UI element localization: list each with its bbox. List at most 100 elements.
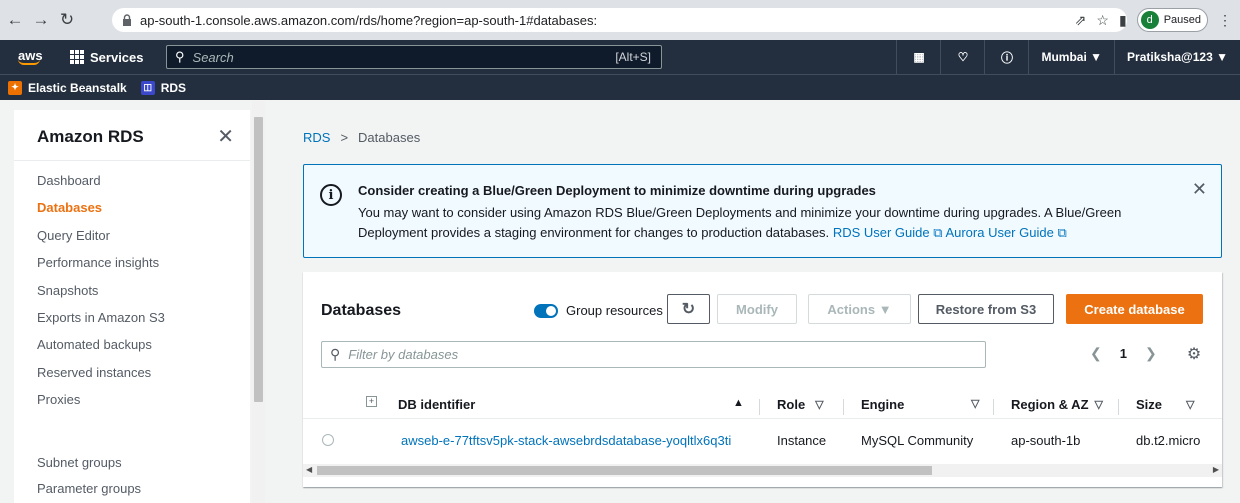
column-label: Engine (861, 397, 905, 412)
url-text: ap-south-1.console.aws.amazon.com/rds/ho… (140, 12, 598, 28)
favorite-rds[interactable]: ◫ RDS (140, 80, 187, 95)
search-input[interactable]: ⚲ Search [Alt+S] (166, 45, 662, 69)
prev-page-icon[interactable]: ❮ (1090, 345, 1102, 362)
cell-engine: MySQL Community (861, 433, 974, 448)
sort-icon[interactable]: ▽ (971, 397, 979, 410)
column-region-az[interactable]: Region & AZ ▽ (1011, 397, 1103, 412)
share-icon[interactable]: ⇗ (1075, 12, 1087, 29)
divider (14, 160, 250, 161)
column-label: Region & AZ (1011, 397, 1089, 412)
column-db-identifier[interactable]: DB identifier (398, 397, 475, 412)
table-horizontal-scrollbar[interactable]: ◀ ▶ (303, 464, 1222, 477)
header-right: ▦ ♡ ⓘ Mumbai ▼ Pratiksha@123 ▼ (896, 40, 1240, 74)
filter-input[interactable]: ⚲ Filter by databases (321, 341, 986, 368)
sidebar-item-automated-backups[interactable]: Automated backups (37, 336, 165, 363)
sidebar-item-snapshots[interactable]: Snapshots (37, 282, 165, 309)
services-label: Services (90, 49, 144, 65)
sidebar-item-performance-insights[interactable]: Performance insights (37, 254, 165, 281)
close-icon[interactable]: ✕ (1192, 179, 1207, 200)
breadcrumb-current: Databases (358, 130, 421, 145)
close-icon[interactable]: ✕ (217, 124, 234, 149)
sidebar-nav: Dashboard Databases Query Editor Perform… (37, 172, 165, 419)
column-engine[interactable]: Engine (861, 397, 904, 412)
favorite-label: RDS (160, 80, 187, 95)
alert-title: Consider creating a Blue/Green Deploymen… (358, 183, 876, 198)
gear-icon[interactable]: ⚙ (1184, 344, 1204, 364)
expand-all-icon[interactable]: + (366, 396, 377, 407)
scrollbar-thumb[interactable] (317, 466, 932, 475)
current-page[interactable]: 1 (1120, 346, 1127, 361)
search-shortcut: [Alt+S] (615, 50, 651, 64)
next-page-icon[interactable]: ❯ (1145, 345, 1157, 362)
browser-toolbar: ← → ↻ ap-south-1.console.aws.amazon.com/… (0, 0, 1240, 40)
sidebar-item-proxies[interactable]: Proxies (37, 391, 165, 418)
column-separator (993, 399, 994, 415)
alert-body: You may want to consider using Amazon RD… (358, 203, 1158, 243)
search-icon: ⚲ (175, 49, 185, 64)
restore-from-s3-button[interactable]: Restore from S3 (918, 294, 1054, 324)
sort-icon: ▽ (1186, 399, 1195, 411)
star-icon[interactable]: ☆ (1096, 12, 1109, 29)
group-resources-toggle[interactable]: Group resources (534, 303, 663, 318)
favorites-bar: ✦ Elastic Beanstalk ◫ RDS (0, 74, 1240, 100)
favorite-label: Elastic Beanstalk (28, 80, 127, 95)
side-panel-icon[interactable]: ▮ (1119, 12, 1127, 29)
forward-arrow-icon[interactable]: → (30, 9, 52, 31)
bell-icon[interactable]: ♡ (940, 40, 984, 74)
breadcrumb-separator: > (340, 130, 349, 145)
account-menu[interactable]: Pratiksha@123 ▼ (1114, 40, 1240, 74)
refresh-button[interactable]: ↻ (667, 294, 710, 324)
table-row[interactable]: awseb-e-77tftsv5pk-stack-awsebrdsdatabas… (303, 429, 1222, 459)
column-size[interactable]: Size ▽ (1136, 397, 1194, 412)
column-label: Size (1136, 397, 1163, 412)
rds-user-guide-link[interactable]: RDS User Guide (833, 225, 930, 240)
services-button[interactable]: Services (70, 50, 144, 65)
help-icon[interactable]: ⓘ (984, 40, 1028, 74)
favorite-elastic-beanstalk[interactable]: ✦ Elastic Beanstalk (8, 80, 127, 95)
table-header: DB identifier ▲ Role ▽ Engine ▽ Region & … (303, 389, 1222, 419)
scroll-left-icon[interactable]: ◀ (306, 465, 312, 474)
sidebar-item-parameter-groups[interactable]: Parameter groups (37, 481, 141, 503)
pagination: ❮ 1 ❯ (1090, 345, 1157, 362)
info-icon: i (320, 184, 342, 206)
sidebar-item-query-editor[interactable]: Query Editor (37, 227, 165, 254)
actions-dropdown[interactable]: Actions ▼ (808, 294, 911, 324)
back-arrow-icon[interactable]: ← (4, 9, 26, 31)
aurora-user-guide-link[interactable]: Aurora User Guide (945, 225, 1053, 240)
databases-panel: Databases Group resources ↻ Modify Actio… (303, 272, 1222, 487)
browser-actions: ⇗ ☆ ▮ d Paused ⋮ (1075, 8, 1232, 32)
cloudshell-icon[interactable]: ▦ (896, 40, 940, 74)
filter-placeholder: Filter by databases (348, 347, 459, 362)
scroll-right-icon[interactable]: ▶ (1213, 465, 1219, 474)
panel-title: Databases (321, 302, 402, 319)
search-icon: ⚲ (330, 346, 341, 362)
external-link-icon: ⧉ (929, 225, 943, 240)
profile-button[interactable]: d Paused (1136, 8, 1208, 32)
row-select-radio[interactable] (322, 434, 334, 446)
profile-status: Paused (1163, 14, 1201, 26)
sidebar-item-dashboard[interactable]: Dashboard (37, 172, 165, 199)
sidebar-item-subnet-groups[interactable]: Subnet groups (37, 455, 141, 481)
column-separator (1118, 399, 1119, 415)
cell-size: db.t2.micro (1136, 433, 1201, 448)
sidebar-scrollbar-thumb[interactable] (254, 117, 263, 402)
aws-logo[interactable]: aws (18, 49, 56, 65)
toggle-switch-icon (534, 303, 558, 318)
create-database-button[interactable]: Create database (1066, 294, 1203, 324)
cell-region: ap-south-1b (1011, 433, 1081, 448)
reload-icon[interactable]: ↻ (56, 9, 78, 31)
kebab-menu-icon[interactable]: ⋮ (1218, 12, 1232, 29)
address-bar[interactable]: ap-south-1.console.aws.amazon.com/rds/ho… (112, 8, 1127, 32)
column-role[interactable]: Role ▽ (777, 397, 824, 412)
breadcrumb-rds[interactable]: RDS (303, 130, 330, 145)
sidebar-item-reserved-instances[interactable]: Reserved instances (37, 364, 165, 391)
column-label: DB identifier (398, 397, 476, 412)
modify-button[interactable]: Modify (717, 294, 797, 324)
sidebar: Amazon RDS ✕ Dashboard Databases Query E… (14, 110, 250, 503)
db-identifier-link[interactable]: awseb-e-77tftsv5pk-stack-awsebrdsdatabas… (401, 433, 731, 448)
sidebar-item-databases[interactable]: Databases (37, 199, 165, 226)
column-separator (843, 399, 844, 415)
sidebar-item-exports-s3[interactable]: Exports in Amazon S3 (37, 309, 165, 336)
region-selector[interactable]: Mumbai ▼ (1028, 40, 1114, 74)
sort-ascending-icon[interactable]: ▲ (733, 397, 744, 409)
